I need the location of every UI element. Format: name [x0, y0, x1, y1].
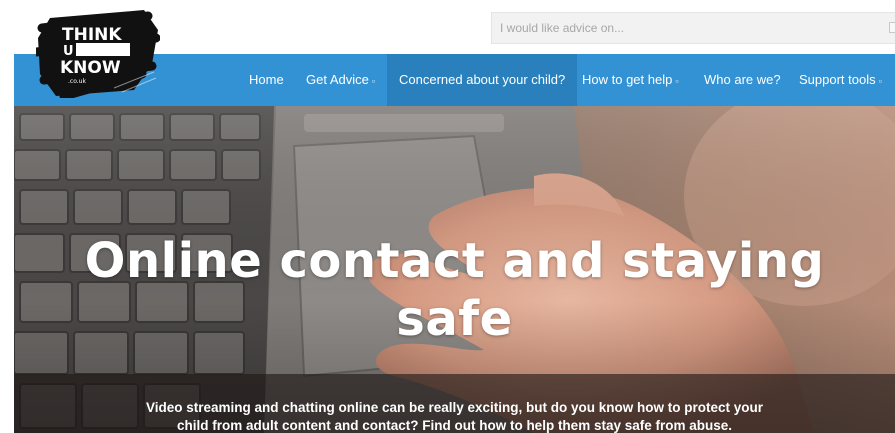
hero-caption: Video streaming and chatting online can … — [44, 399, 865, 433]
page: THINK U KNOW .co.uk Home Get Advice▫ Con… — [0, 0, 895, 433]
hero-title: Online contact and staying safe — [14, 232, 895, 348]
hero-title-line2: safe — [396, 291, 513, 347]
hero-caption-line2: child from adult content and contact? Fi… — [176, 418, 733, 433]
hero-caption-bar: Video streaming and chatting online can … — [14, 374, 895, 433]
nav-how-to-get-help[interactable]: How to get help ▫ — [582, 54, 679, 106]
search-input[interactable] — [500, 13, 860, 43]
chevron-down-icon: ▫ — [878, 76, 882, 86]
nav-get-advice-label: Get Advice — [306, 72, 369, 87]
nav-support-tools[interactable]: Support tools ▫ — [799, 54, 882, 106]
thinkuknow-logo[interactable]: THINK U KNOW .co.uk — [36, 8, 160, 98]
nav-home-label: Home — [249, 72, 284, 87]
nav-how-to-get-help-label: How to get help — [582, 72, 673, 87]
nav-concerned-label: Concerned about your child? — [399, 72, 566, 87]
nav-support-tools-label: Support tools — [799, 72, 876, 87]
logo-text-u: U — [63, 44, 74, 59]
hero-banner: Online contact and staying safe Video st… — [14, 106, 895, 433]
search-box — [491, 12, 895, 44]
nav-get-advice[interactable]: Get Advice ▫ — [306, 54, 375, 106]
nav-who-are-we[interactable]: Who are we? — [704, 54, 781, 106]
hero-title-line1: Online contact and staying — [84, 233, 825, 289]
logo-text-domain: .co.uk — [68, 78, 86, 85]
nav-concerned[interactable]: Concerned about your child? — [387, 54, 578, 106]
nav-home[interactable]: Home — [249, 54, 284, 106]
logo-text-think: THINK — [62, 25, 122, 45]
logo-text-know: KNOW — [60, 58, 121, 78]
chevron-down-icon: ▫ — [371, 76, 376, 86]
logo-u-box — [76, 43, 130, 56]
search-submit-icon[interactable] — [889, 22, 895, 33]
hero-caption-line1: Video streaming and chatting online can … — [145, 400, 764, 415]
page-gutter — [0, 0, 14, 433]
nav-who-are-we-label: Who are we? — [704, 72, 781, 87]
chevron-down-icon: ▫ — [675, 76, 679, 86]
